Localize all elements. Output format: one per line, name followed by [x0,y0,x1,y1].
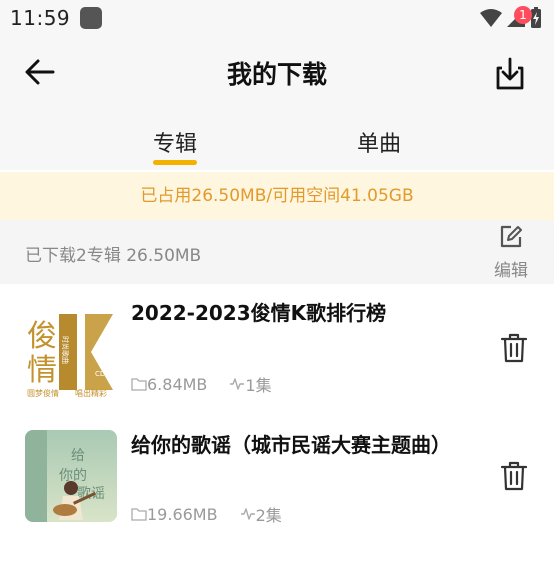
svg-text:情: 情 [27,353,57,388]
album-meta: 19.66MB 2集 [131,502,282,526]
album-cover-art: 俊 情 时尚歌曲 CD1 圆梦俊情 唱出精彩 [25,306,117,398]
album-item[interactable]: 俊 情 时尚歌曲 CD1 圆梦俊情 唱出精彩 2022-2023俊情K歌排行榜 … [0,284,554,424]
storage-info: 已占用26.50MB/可用空间41.05GB [0,172,554,220]
tab-albums[interactable]: 专辑 [115,126,235,158]
album-meta: 6.84MB 1集 [131,372,272,396]
trash-icon [500,333,528,363]
waveform-icon [230,378,245,390]
status-time: 11:59 [10,6,71,30]
album-title: 2022-2023俊情K歌排行榜 [131,301,387,325]
album-cover: 给 你的 歌谣 [25,430,117,522]
wifi-icon [480,9,502,27]
edit-icon [500,225,522,248]
download-icon [496,57,524,90]
status-bar: 11:59 [0,0,554,38]
album-item[interactable]: 给 你的 歌谣 给你的歌谣（城市民谣大赛主题曲） 19.66MB 2集 [0,424,554,564]
delete-button[interactable] [496,458,532,494]
trash-icon [500,461,528,491]
svg-text:CD1: CD1 [95,370,110,378]
svg-text:时尚歌曲: 时尚歌曲 [61,336,70,364]
download-count-badge: 1 [514,6,532,24]
album-size: 6.84MB [147,374,208,394]
edit-label: 编辑 [494,261,528,281]
waveform-icon [240,508,255,520]
battery-charging-icon [531,7,541,28]
album-cover: 俊 情 时尚歌曲 CD1 圆梦俊情 唱出精彩 [25,306,117,398]
download-manager-button[interactable] [488,50,532,94]
edit-button[interactable]: 编辑 [488,224,534,282]
album-track-count: 2集 [255,506,282,525]
tab-bar: 专辑 单曲 [0,106,554,170]
album-track-count: 1集 [245,376,272,395]
folder-icon [131,508,147,521]
folder-icon [131,378,147,391]
status-icons [480,7,542,29]
album-title: 给你的歌谣（城市民谣大赛主题曲） [131,433,451,457]
app-bar: 我的下载 [0,38,554,106]
download-summary: 已下载2专辑 26.50MB [25,246,202,266]
delete-button[interactable] [496,330,532,366]
notification-icon [80,7,102,29]
summary-bar: 已下载2专辑 26.50MB 编辑 [0,220,554,284]
svg-text:唱出精彩: 唱出精彩 [75,388,107,398]
active-tab-indicator [153,160,197,165]
svg-text:圆梦俊情: 圆梦俊情 [27,388,59,398]
album-size: 19.66MB [147,504,218,524]
album-cover-art: 给 你的 歌谣 [25,430,117,522]
svg-text:给: 给 [71,448,85,464]
svg-text:俊: 俊 [27,319,57,354]
page-title: 我的下载 [226,60,327,89]
tab-singles[interactable]: 单曲 [319,126,439,158]
